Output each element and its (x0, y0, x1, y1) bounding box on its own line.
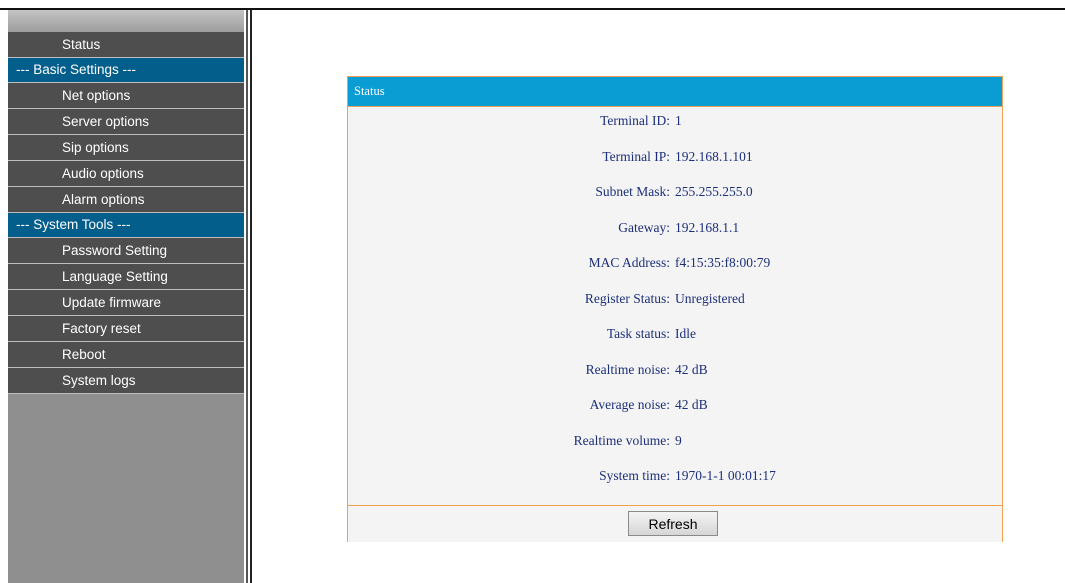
register-status-label: Register Status: (584, 290, 670, 306)
terminal-id-label: Terminal ID: (600, 113, 670, 128)
subnet-mask-label: Subnet Mask: (595, 184, 670, 199)
status-row-gateway: Gateway: 192.168.1.1 (348, 220, 1002, 240)
sidebar-item-password-setting[interactable]: Password Setting (8, 238, 244, 264)
status-row-mac-address: MAC Address: f4:15:35:f8:00:79 (348, 255, 1002, 275)
system-time-value: 1970-1-1 00:01:17 (675, 468, 776, 483)
status-row-average-noise: Average noise: 42 dB (348, 397, 1002, 417)
sidebar-item-update-firmware[interactable]: Update firmware (8, 290, 244, 316)
mac-address-label: MAC Address: (588, 255, 670, 270)
status-row-terminal-ip: Terminal IP: 192.168.1.101 (348, 149, 1002, 169)
sidebar-item-reboot[interactable]: Reboot (8, 342, 244, 368)
sidebar-nav: Status --- Basic Settings --- Net options S… (8, 10, 244, 583)
sidebar-item-status[interactable]: Status (8, 32, 244, 58)
panel-footer: Refresh (348, 505, 1002, 542)
status-row-subnet-mask: Subnet Mask: 255.255.255.0 (348, 184, 1002, 204)
realtime-volume-value: 9 (675, 432, 682, 448)
frame-divider (246, 10, 248, 583)
terminal-id-value: 1 (675, 113, 682, 128)
sidebar-item-system-logs[interactable]: System logs (8, 368, 244, 394)
status-row-realtime-volume: Realtime volume: 9 (348, 433, 1002, 453)
sidebar-menu: Status --- Basic Settings --- Net options S… (8, 32, 244, 394)
average-noise-label: Average noise: (589, 397, 670, 412)
task-status-label: Task status: (606, 326, 670, 341)
sidebar-section-system-tools: --- System Tools --- (8, 213, 244, 238)
gateway-label: Gateway: (618, 219, 670, 235)
register-status-value: Unregistered (675, 290, 745, 306)
status-panel: Status Terminal ID: 1 Terminal IP: 192.168.… (347, 76, 1003, 542)
sidebar-section-basic-settings: --- Basic Settings --- (8, 58, 244, 83)
sidebar-item-server-options[interactable]: Server options (8, 109, 244, 135)
task-status-value: Idle (675, 326, 696, 341)
status-row-system-time: System time: 1970-1-1 00:01:17 (348, 468, 1002, 488)
terminal-ip-value: 192.168.1.101 (675, 148, 753, 164)
sidebar-header-strip (8, 10, 244, 32)
average-noise-value: 42 dB (675, 397, 708, 412)
sidebar-item-audio-options[interactable]: Audio options (8, 161, 244, 187)
realtime-noise-value: 42 dB (675, 361, 708, 377)
panel-title: Status (348, 77, 1002, 107)
status-row-register-status: Register Status: Unregistered (348, 291, 1002, 311)
status-row-terminal-id: Terminal ID: 1 (348, 113, 1002, 133)
sidebar-item-alarm-options[interactable]: Alarm options (8, 187, 244, 213)
gateway-value: 192.168.1.1 (675, 219, 740, 235)
mac-address-value: f4:15:35:f8:00:79 (675, 255, 771, 270)
refresh-button[interactable]: Refresh (628, 511, 718, 536)
realtime-volume-label: Realtime volume: (573, 432, 670, 448)
status-row-realtime-noise: Realtime noise: 42 dB (348, 362, 1002, 382)
status-row-task-status: Task status: Idle (348, 326, 1002, 346)
status-info-table: Terminal ID: 1 Terminal IP: 192.168.1.101 Su… (348, 107, 1002, 505)
subnet-mask-value: 255.255.255.0 (675, 184, 753, 199)
frame-divider (250, 10, 252, 583)
sidebar-item-factory-reset[interactable]: Factory reset (8, 316, 244, 342)
sidebar-item-net-options[interactable]: Net options (8, 83, 244, 109)
realtime-noise-label: Realtime noise: (585, 361, 670, 377)
system-time-label: System time: (599, 468, 670, 483)
sidebar-item-sip-options[interactable]: Sip options (8, 135, 244, 161)
terminal-ip-label: Terminal IP: (602, 148, 670, 164)
sidebar-item-language-setting[interactable]: Language Setting (8, 264, 244, 290)
